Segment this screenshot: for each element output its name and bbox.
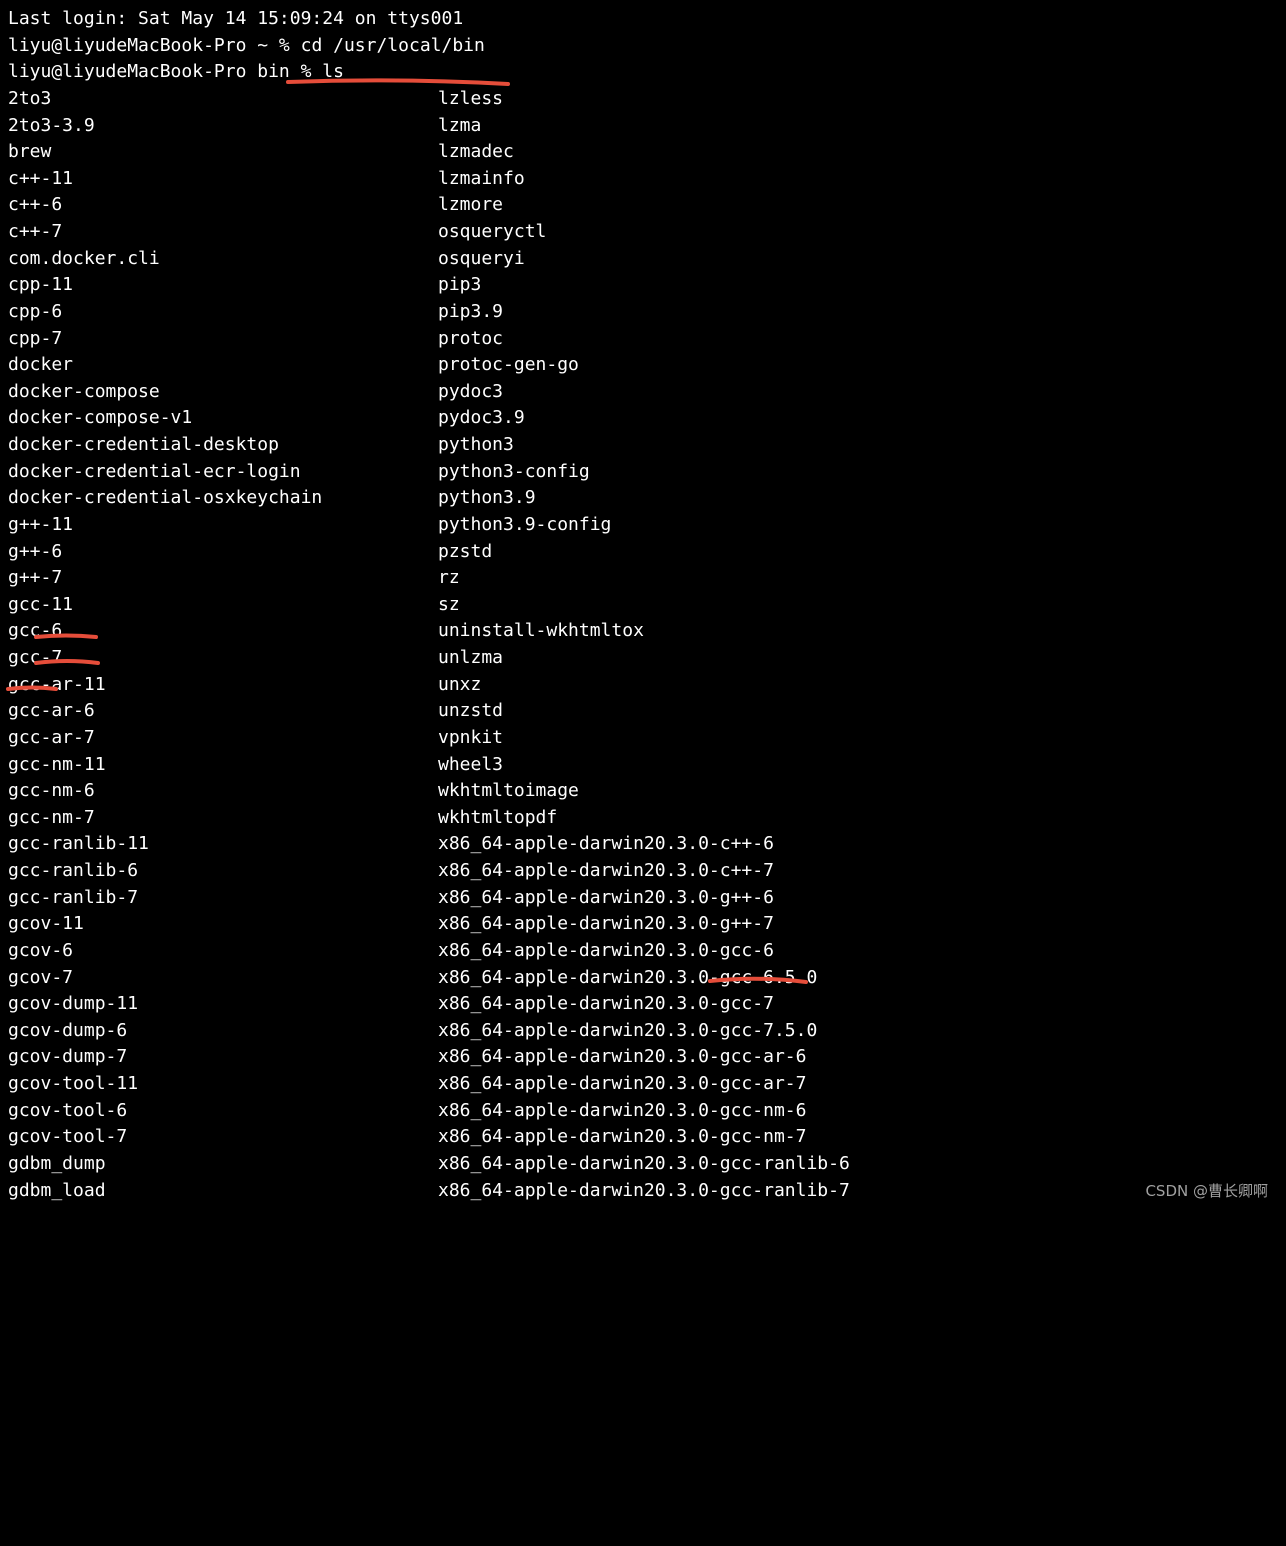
ls-entry: gcc-11 (8, 592, 438, 619)
ls-entry: docker-compose (8, 379, 438, 406)
ls-entry: x86_64-apple-darwin20.3.0-gcc-ranlib-6 (438, 1151, 1278, 1178)
ls-entry: gcov-dump-11 (8, 991, 438, 1018)
ls-entry: x86_64-apple-darwin20.3.0-g++-7 (438, 911, 1278, 938)
ls-entry: x86_64-apple-darwin20.3.0-gcc-6.5.0 (438, 965, 1278, 992)
ls-entry: cpp-6 (8, 299, 438, 326)
ls-entry: wkhtmltopdf (438, 805, 1278, 832)
ls-entry: x86_64-apple-darwin20.3.0-gcc-ar-6 (438, 1044, 1278, 1071)
ls-entry: gcov-dump-6 (8, 1018, 438, 1045)
ls-entry: protoc-gen-go (438, 352, 1278, 379)
ls-entry: gcc-nm-7 (8, 805, 438, 832)
ls-entry: c++-6 (8, 192, 438, 219)
ls-entry: protoc (438, 326, 1278, 353)
ls-entry: gdbm_dump (8, 1151, 438, 1178)
ls-entry: gcc-6 (8, 618, 438, 645)
ls-entry: pydoc3.9 (438, 405, 1278, 432)
ls-entry: pzstd (438, 539, 1278, 566)
ls-entry: gcov-6 (8, 938, 438, 965)
ls-entry: osqueryctl (438, 219, 1278, 246)
ls-entry: g++-6 (8, 539, 438, 566)
ls-entry: rz (438, 565, 1278, 592)
ls-entry: gcc-ar-6 (8, 698, 438, 725)
last-login-line: Last login: Sat May 14 15:09:24 on ttys0… (8, 6, 1278, 33)
ls-entry: vpnkit (438, 725, 1278, 752)
ls-entry: x86_64-apple-darwin20.3.0-g++-6 (438, 885, 1278, 912)
ls-entry: lzmainfo (438, 166, 1278, 193)
ls-entry: x86_64-apple-darwin20.3.0-gcc-nm-6 (438, 1098, 1278, 1125)
ls-entry: pydoc3 (438, 379, 1278, 406)
ls-entry: gcc-ar-7 (8, 725, 438, 752)
ls-entry: python3-config (438, 459, 1278, 486)
ls-entry: g++-11 (8, 512, 438, 539)
ls-entry: docker-credential-desktop (8, 432, 438, 459)
prompt-command: cd /usr/local/bin (301, 35, 485, 56)
ls-entry: com.docker.cli (8, 246, 438, 273)
ls-entry: c++-11 (8, 166, 438, 193)
ls-entry: gcc-ranlib-6 (8, 858, 438, 885)
ls-entry: docker-credential-osxkeychain (8, 485, 438, 512)
ls-entry: wkhtmltoimage (438, 778, 1278, 805)
ls-entry: lzmore (438, 192, 1278, 219)
ls-entry: gcov-tool-11 (8, 1071, 438, 1098)
ls-entry: gcc-7 (8, 645, 438, 672)
ls-entry: lzless (438, 86, 1278, 113)
ls-entry: brew (8, 139, 438, 166)
prompt-line-1[interactable]: liyu@liyudeMacBook-Pro ~ % cd /usr/local… (8, 33, 1278, 60)
ls-entry: gcc-ar-11 (8, 672, 438, 699)
ls-entry: x86_64-apple-darwin20.3.0-gcc-7.5.0 (438, 1018, 1278, 1045)
ls-entry: gcov-tool-6 (8, 1098, 438, 1125)
ls-entry: sz (438, 592, 1278, 619)
ls-entry: cpp-11 (8, 272, 438, 299)
ls-entry: gcov-11 (8, 911, 438, 938)
ls-entry: pip3.9 (438, 299, 1278, 326)
ls-entry: gcov-tool-7 (8, 1124, 438, 1151)
ls-entry: c++-7 (8, 219, 438, 246)
ls-entry: gcc-nm-6 (8, 778, 438, 805)
ls-entry: lzma (438, 113, 1278, 140)
ls-entry: x86_64-apple-darwin20.3.0-gcc-nm-7 (438, 1124, 1278, 1151)
prompt-prefix: liyu@liyudeMacBook-Pro bin % (8, 61, 322, 82)
ls-entry: osqueryi (438, 246, 1278, 273)
ls-entry: uninstall-wkhtmltox (438, 618, 1278, 645)
ls-entry: python3.9-config (438, 512, 1278, 539)
ls-entry: g++-7 (8, 565, 438, 592)
ls-entry: lzmadec (438, 139, 1278, 166)
ls-entry: docker (8, 352, 438, 379)
prompt-line-2[interactable]: liyu@liyudeMacBook-Pro bin % ls (8, 59, 1278, 86)
ls-entry: 2to3-3.9 (8, 113, 438, 140)
ls-entry: python3 (438, 432, 1278, 459)
ls-entry: x86_64-apple-darwin20.3.0-c++-7 (438, 858, 1278, 885)
ls-entry: gcov-dump-7 (8, 1044, 438, 1071)
prompt-prefix: liyu@liyudeMacBook-Pro ~ % (8, 35, 301, 56)
ls-entry: wheel3 (438, 752, 1278, 779)
ls-entry: x86_64-apple-darwin20.3.0-c++-6 (438, 831, 1278, 858)
ls-entry: x86_64-apple-darwin20.3.0-gcc-ar-7 (438, 1071, 1278, 1098)
ls-entry: gdbm_load (8, 1178, 438, 1205)
ls-output: 2to32to3-3.9brewc++-11c++-6c++-7com.dock… (8, 86, 1278, 1204)
ls-entry: gcc-nm-11 (8, 752, 438, 779)
ls-entry: unlzma (438, 645, 1278, 672)
ls-entry: pip3 (438, 272, 1278, 299)
ls-column-2: lzlesslzmalzmadeclzmainfolzmoreosqueryct… (438, 86, 1278, 1204)
ls-entry: docker-credential-ecr-login (8, 459, 438, 486)
ls-entry: 2to3 (8, 86, 438, 113)
ls-entry: x86_64-apple-darwin20.3.0-gcc-6 (438, 938, 1278, 965)
ls-entry: gcc-ranlib-11 (8, 831, 438, 858)
ls-entry: cpp-7 (8, 326, 438, 353)
ls-entry: gcc-ranlib-7 (8, 885, 438, 912)
prompt-command: ls (322, 61, 344, 82)
watermark: CSDN @曹长卿啊 (1145, 1180, 1268, 1202)
ls-entry: python3.9 (438, 485, 1278, 512)
ls-entry: gcov-7 (8, 965, 438, 992)
ls-entry: x86_64-apple-darwin20.3.0-gcc-7 (438, 991, 1278, 1018)
ls-entry: unzstd (438, 698, 1278, 725)
ls-entry: unxz (438, 672, 1278, 699)
ls-entry: docker-compose-v1 (8, 405, 438, 432)
ls-column-1: 2to32to3-3.9brewc++-11c++-6c++-7com.dock… (8, 86, 438, 1204)
